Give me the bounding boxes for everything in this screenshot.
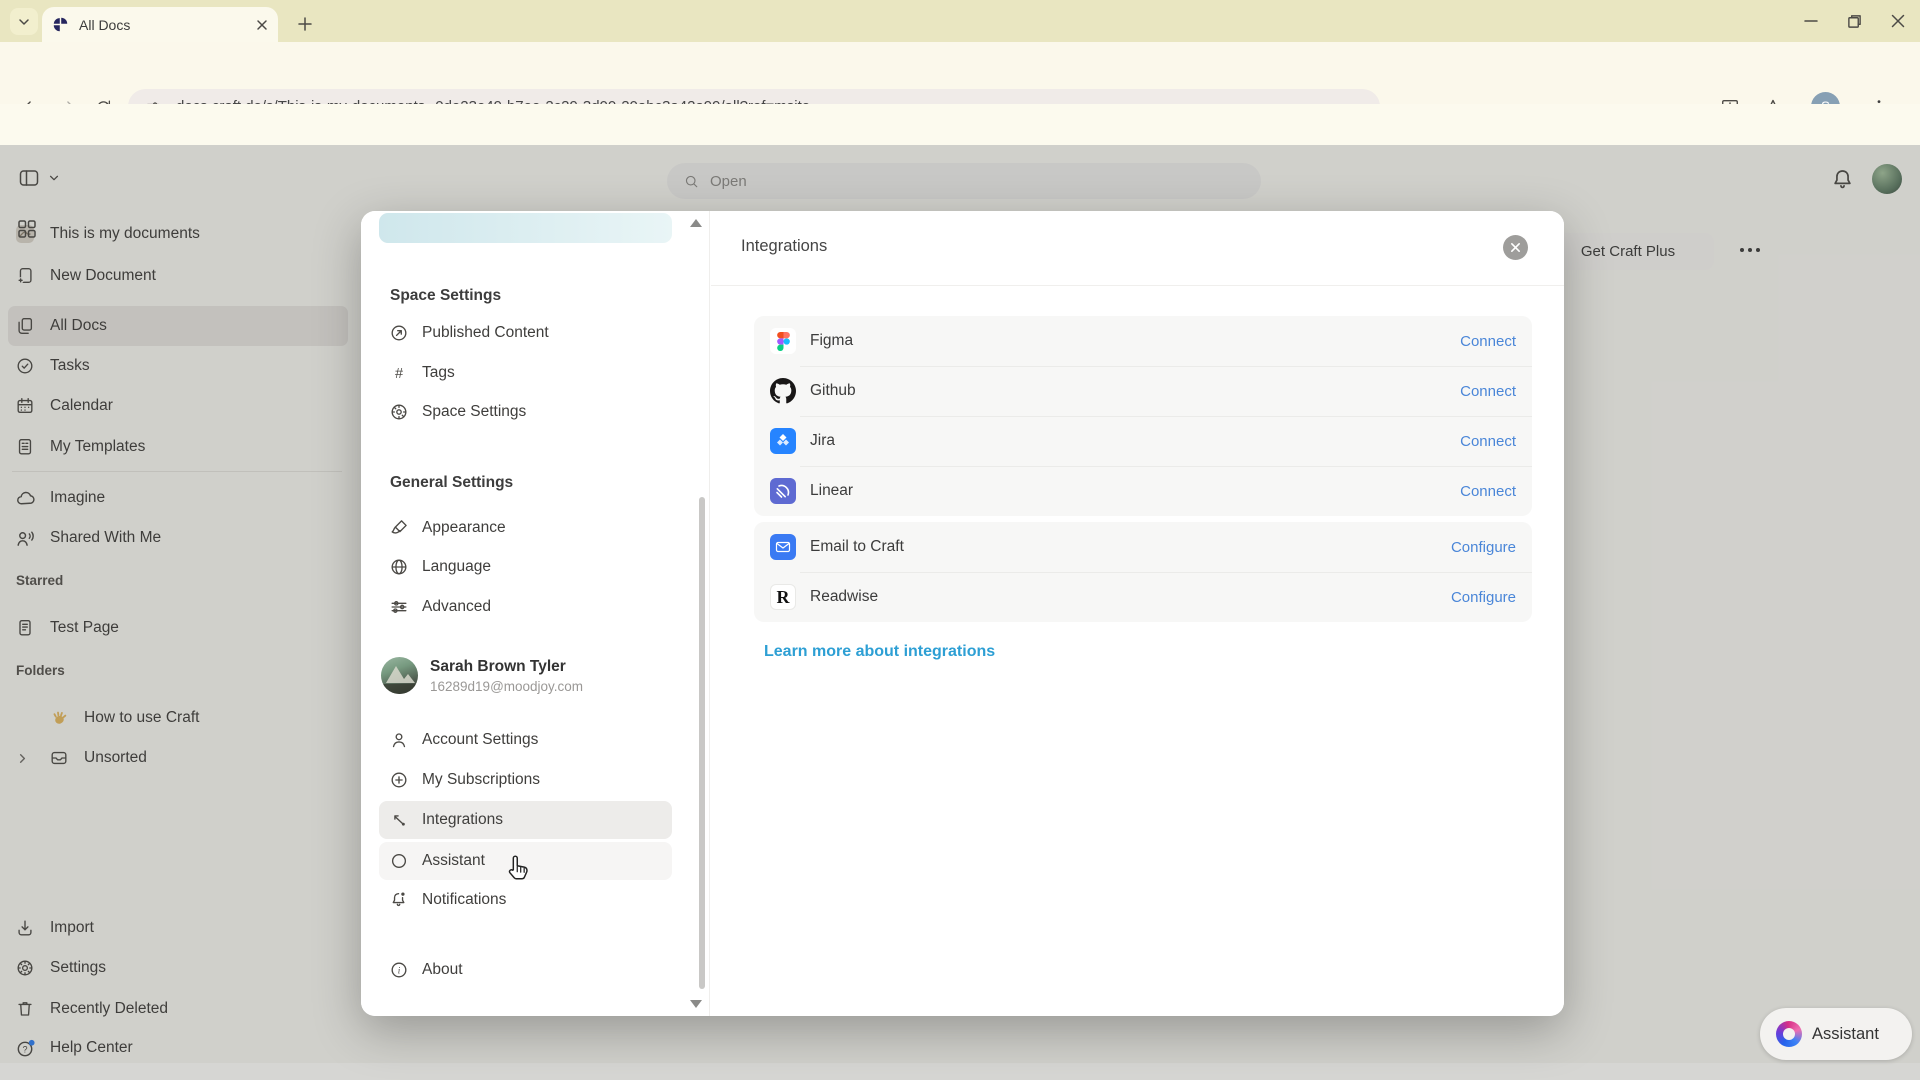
bookmarks-bar [0,104,1920,238]
sliders-icon [389,597,409,617]
email-icon [770,534,796,560]
tags-hash-icon: # [389,363,409,383]
integration-row-github[interactable]: Github Connect [754,366,1532,416]
account-summary[interactable]: Sarah Brown Tyler 16289d19@moodjoy.com [381,657,583,694]
integrations-icon [389,810,409,830]
configure-link[interactable]: Configure [1451,539,1516,556]
new-tab-button[interactable] [290,9,320,39]
configure-link[interactable]: Configure [1451,589,1516,606]
nav-item-space-settings[interactable]: Space Settings [379,393,672,431]
nav-item-account-settings[interactable]: Account Settings [379,721,672,759]
bell-dot-icon [389,890,409,910]
chevron-down-icon [19,18,29,25]
space-settings-gear-icon [389,402,409,422]
browser-toolbar: docs.craft.do/s/This-is-my-documents--0d… [0,42,1920,124]
circle-plus-icon [389,770,409,790]
account-email: 16289d19@moodjoy.com [430,678,584,694]
settings-modal: Space Settings Published Content # Tags … [361,211,1564,1016]
mouse-cursor-hand-icon [503,852,533,884]
integration-row-readwise[interactable]: R Readwise Configure [754,572,1532,622]
integration-row-jira[interactable]: Jira Connect [754,416,1532,466]
browser-tabstrip: All Docs [0,0,1920,42]
nav-item-published-content[interactable]: Published Content [379,314,672,352]
integration-row-email-to-craft[interactable]: Email to Craft Configure [754,522,1532,572]
svg-text:i: i [398,966,401,976]
nav-item-appearance[interactable]: Appearance [379,509,672,547]
account-avatar [381,657,418,694]
integrations-panel: Integrations Figma Connect Github Connec… [711,211,1564,1016]
window-close-icon[interactable] [1890,13,1906,29]
nav-item-advanced[interactable]: Advanced [379,588,672,626]
connect-link[interactable]: Connect [1460,483,1516,500]
linear-icon [770,478,796,504]
panel-divider [711,285,1564,286]
tab-title: All Docs [79,16,131,33]
connect-link[interactable]: Connect [1460,383,1516,400]
scroll-up-arrow[interactable] [690,219,702,227]
readwise-icon: R [770,584,796,610]
space-settings-header: Space Settings [390,287,502,304]
jira-icon [770,428,796,454]
close-icon [1511,243,1520,252]
github-icon [770,378,796,404]
settings-nav: Space Settings Published Content # Tags … [361,211,710,1016]
craft-logo-icon [53,17,68,32]
nav-item-notifications[interactable]: Notifications [379,881,672,919]
close-button[interactable] [1503,235,1528,260]
integration-group-1: Figma Connect Github Connect Jira Connec… [754,316,1532,516]
panel-title: Integrations [741,237,828,255]
nav-scrollbar-thumb[interactable] [699,497,705,989]
nav-item-my-subscriptions[interactable]: My Subscriptions [379,761,672,799]
tab-close-icon[interactable] [256,19,268,31]
nav-item-about[interactable]: i About [379,951,672,989]
assistant-ring-icon [1776,1021,1802,1047]
svg-text:#: # [395,366,404,382]
integration-row-figma[interactable]: Figma Connect [754,316,1532,366]
info-icon: i [389,960,409,980]
integration-group-2: Email to Craft Configure R Readwise Conf… [754,522,1532,622]
person-icon [389,730,409,750]
figma-icon [770,328,796,354]
scrolled-space-card[interactable] [379,213,672,243]
window-controls [1803,0,1906,42]
general-settings-header: General Settings [390,474,514,491]
connect-link[interactable]: Connect [1460,333,1516,350]
nav-item-tags[interactable]: # Tags [379,354,672,392]
assistant-button[interactable]: Assistant [1760,1008,1912,1060]
globe-icon [389,557,409,577]
screen: All Docs docs.craft.do/s/This-is-my-docu… [0,0,1920,1080]
integration-row-linear[interactable]: Linear Connect [754,466,1532,516]
window-restore-icon[interactable] [1847,14,1862,29]
account-name: Sarah Brown Tyler [430,657,566,675]
paintbrush-icon [389,518,409,538]
learn-more-link[interactable]: Learn more about integrations [764,643,995,661]
window-minimize-icon[interactable] [1803,13,1819,29]
nav-item-language[interactable]: Language [379,548,672,586]
tab-search-button[interactable] [10,8,38,35]
nav-item-integrations[interactable]: Integrations [379,801,672,839]
assistant-circle-icon [389,851,409,871]
connect-link[interactable]: Connect [1460,433,1516,450]
scroll-down-arrow[interactable] [690,1000,702,1008]
published-content-icon [389,323,409,343]
browser-tab[interactable]: All Docs [42,7,278,42]
